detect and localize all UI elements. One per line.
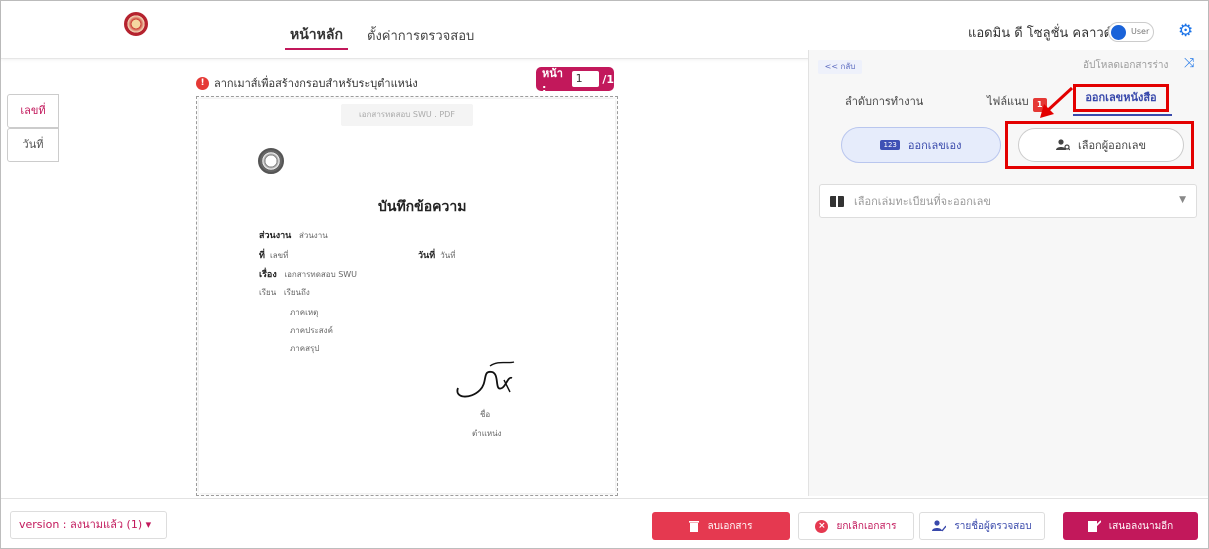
registry-book-placeholder: เลือกเล่มทะเบียนที่จะออกเลข (854, 195, 991, 208)
doc-subject-label: เรื่อง (259, 270, 277, 280)
doc-to-value: เรียนถึง (283, 288, 310, 297)
nav-active-indicator (285, 48, 348, 50)
tab-issue-number[interactable]: ออกเลขหนังสือ (1073, 84, 1169, 112)
document-title: บันทึกข้อความ (378, 199, 467, 215)
book-icon (830, 195, 844, 207)
reviewer-list-button[interactable]: รายชื่อผู้ตรวจสอบ (919, 512, 1045, 540)
page-input[interactable]: 1 (571, 71, 600, 87)
doc-dept-label: ส่วนงาน (259, 231, 292, 241)
send-for-signature-label: เสนอลงนามอีก (1108, 520, 1174, 532)
registry-book-select[interactable]: เลือกเล่มทะเบียนที่จะออกเลข ▼ (819, 184, 1197, 218)
annotation-arrow (1040, 86, 1074, 118)
doc-date-line: วันที่ วันที่ (418, 248, 455, 262)
doc-dept-line: ส่วนงาน ส่วนงาน (259, 228, 328, 242)
doc-signer-position: ตำแหน่ง (472, 429, 502, 438)
role-toggle[interactable]: User (1108, 22, 1154, 42)
doc-body-summary: ภาคสรุป (290, 344, 320, 353)
doc-to-line: เรียน เรียนถึง (259, 286, 310, 299)
doc-signer-name: ชื่อ (480, 410, 491, 419)
upload-draft-link[interactable]: อัปโหลดเอกสารร่าง (1083, 58, 1168, 73)
page-label: หน้า : (542, 66, 563, 95)
issue-number-self-label: ออกเลขเอง (907, 139, 962, 152)
tab-active-indicator (1073, 114, 1172, 116)
shuffle-icon[interactable]: ⤨ (1184, 56, 1194, 71)
page-indicator: หน้า : 1 /1 (536, 67, 614, 95)
close-circle-icon: × (815, 519, 829, 533)
chevron-down-icon: ▼ (1179, 195, 1186, 205)
select-issuer-button[interactable]: เลือกผู้ออกเลข (1018, 128, 1184, 162)
field-tab-date[interactable]: วันที่ (7, 128, 59, 162)
gear-icon[interactable]: ⚙ (1178, 23, 1193, 40)
user-edit-icon (932, 520, 947, 532)
delete-document-button[interactable]: ลบเอกสาร (652, 512, 790, 540)
drag-hint-text: ลากเมาส์เพื่อสร้างกรอบสำหรับระบุตำแหน่ง (214, 77, 418, 90)
nav-home[interactable]: หน้าหลัก (290, 24, 343, 46)
toggle-label: User (1131, 27, 1150, 36)
doc-to-label: เรียน (259, 288, 277, 297)
doc-no-line: ที่ เลขที่ (259, 248, 288, 262)
trash-icon (689, 521, 700, 532)
cancel-document-label: ยกเลิกเอกสาร (836, 520, 897, 532)
doc-date-value: วันที่ (440, 251, 456, 260)
number-icon: 123 (880, 140, 900, 150)
back-button[interactable]: << กลับ (818, 60, 862, 74)
user-search-icon (1055, 139, 1070, 151)
warning-icon: ! (196, 76, 209, 90)
send-for-signature-button[interactable]: เสนอลงนามอีก (1063, 512, 1198, 540)
select-issuer-label: เลือกผู้ออกเลข (1077, 139, 1147, 152)
doc-dept-value: ส่วนงาน (298, 231, 328, 240)
nav-review-settings[interactable]: ตั้งค่าการตรวจสอบ (367, 25, 474, 46)
document-seal (258, 148, 284, 174)
signature-image (456, 361, 515, 398)
drag-hint: ! ลากเมาส์เพื่อสร้างกรอบสำหรับระบุตำแหน่… (196, 74, 418, 92)
doc-no-value: เลขที่ (270, 251, 289, 260)
cancel-document-button[interactable]: × ยกเลิกเอกสาร (798, 512, 914, 540)
reviewer-list-label: รายชื่อผู้ตรวจสอบ (954, 520, 1032, 532)
version-dropdown[interactable]: version : ลงนามแล้ว (1) ▾ (10, 511, 167, 539)
doc-body-purpose: ภาคประสงค์ (290, 326, 333, 335)
sign-icon (1087, 520, 1101, 532)
user-name: แอดมิน ดี โซลูชั่น คลาวด์ (968, 26, 1113, 41)
page-total: /1 (602, 72, 614, 86)
toggle-knob (1111, 25, 1126, 40)
doc-subject-value: เอกสารทดสอบ SWU (284, 270, 358, 279)
tab-attachments-label: ไฟล์แนบ (987, 95, 1029, 108)
delete-document-label: ลบเอกสาร (707, 520, 753, 532)
doc-date-label: วันที่ (418, 251, 436, 261)
doc-no-label: ที่ (259, 251, 265, 261)
university-logo[interactable] (124, 12, 148, 36)
doc-body-cause: ภาคเหตุ (290, 308, 319, 317)
field-tab-number[interactable]: เลขที่ (7, 94, 59, 128)
issue-number-self-button[interactable]: 123 ออกเลขเอง (841, 127, 1001, 163)
right-panel (808, 50, 1208, 496)
doc-subject-line: เรื่อง เอกสารทดสอบ SWU (259, 267, 357, 281)
document-filename-tag: เอกสารทดสอบ SWU . PDF (341, 104, 473, 126)
tab-workflow[interactable]: ลำดับการทำงาน (845, 92, 923, 110)
